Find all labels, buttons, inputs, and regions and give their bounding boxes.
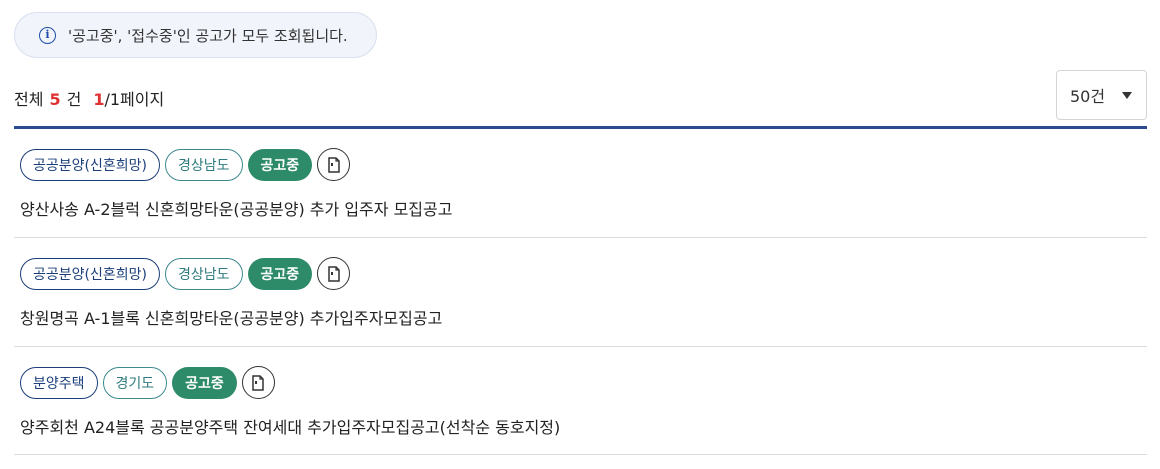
region-tag: 경상남도 — [164, 148, 243, 181]
tag-group: 공공분양(신혼희망) 경상남도 공고중 — [20, 257, 351, 290]
info-icon: i — [39, 26, 56, 44]
page-size-value: 50건 — [1070, 87, 1106, 106]
list-item[interactable]: 공공분양(신혼희망) 경상남도 공고중 양산사송 A-2블럭 신혼희망타운(공공… — [14, 129, 1147, 238]
type-tag: 공공분양(신혼희망) — [20, 148, 160, 181]
current-page: 1 — [93, 90, 105, 109]
list-item[interactable]: 공공분양(신혼희망) 경상남도 공고중 창원명곡 A-1블록 신혼희망타운(공공… — [14, 238, 1147, 347]
total-unit: 건 — [66, 90, 82, 109]
notice-banner: i '공고중', '접수중'인 공고가 모두 조회됩니다. — [14, 12, 377, 58]
caret-down-icon — [1122, 92, 1132, 99]
tag-group: 분양주택 경기도 공고중 — [20, 366, 275, 399]
page-size-select[interactable]: 50건 — [1056, 70, 1147, 120]
item-title[interactable]: 양주회천 A24블록 공공분양주택 잔여세대 추가입주자모집공고(선착순 동호지… — [20, 414, 560, 438]
document-icon[interactable] — [241, 366, 275, 399]
tag-group: 공공분양(신혼희망) 경상남도 공고중 — [20, 148, 351, 181]
status-badge: 공고중 — [172, 366, 237, 399]
status-badge: 공고중 — [247, 257, 313, 290]
type-tag: 분양주택 — [20, 366, 98, 399]
item-title[interactable]: 양산사송 A-2블럭 신혼희망타운(공공분양) 추가 입주자 모집공고 — [20, 196, 452, 220]
type-tag: 공공분양(신혼희망) — [20, 257, 160, 290]
status-badge: 공고중 — [247, 148, 313, 181]
total-label: 전체 — [14, 90, 44, 109]
item-title[interactable]: 창원명곡 A-1블록 신혼희망타운(공공분양) 추가입주자모집공고 — [20, 305, 442, 329]
page-total: /1페이지 — [104, 90, 165, 109]
document-icon[interactable] — [317, 148, 351, 181]
region-tag: 경상남도 — [164, 257, 243, 290]
region-tag: 경기도 — [102, 366, 168, 399]
result-summary: 전체 5 건 1 /1페이지 — [14, 86, 164, 110]
total-count: 5 — [49, 90, 61, 109]
notice-list: 공공분양(신혼희망) 경상남도 공고중 양산사송 A-2블럭 신혼희망타운(공공… — [14, 129, 1147, 455]
document-icon[interactable] — [317, 257, 351, 290]
notice-text: '공고중', '접수중'인 공고가 모두 조회됩니다. — [68, 26, 348, 45]
list-item[interactable]: 분양주택 경기도 공고중 양주회천 A24블록 공공분양주택 잔여세대 추가입주… — [14, 347, 1147, 455]
